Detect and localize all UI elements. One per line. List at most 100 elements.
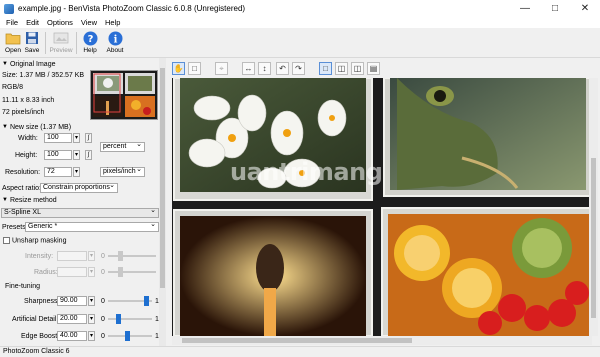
rotate-right-icon[interactable]: ↷ <box>292 62 305 75</box>
window-title: example.jpg - BenVista PhotoZoom Classic… <box>18 4 246 13</box>
width-label: Width: <box>18 135 38 142</box>
main-toolbar: Open Save Preview ? Help i About <box>0 28 600 58</box>
menu-edit[interactable]: Edit <box>22 18 43 27</box>
navigator-thumbnail[interactable] <box>90 70 158 120</box>
intensity-input[interactable] <box>57 251 87 261</box>
presets-label: Presets: <box>2 224 28 231</box>
collapse-triangle-icon: ▼ <box>2 197 8 203</box>
size-unit-select[interactable]: percent <box>100 141 145 152</box>
resolution-unit-select[interactable]: pixels/inch <box>100 166 145 177</box>
sharpness-input[interactable]: 90.00 <box>57 296 87 306</box>
artificial-detail-slider[interactable] <box>108 314 152 324</box>
fit-height-icon[interactable]: ↕ <box>258 62 271 75</box>
side-by-side-icon[interactable]: ◫ <box>351 62 364 75</box>
resolution-spinner[interactable]: ▾ <box>73 167 80 177</box>
save-button[interactable]: Save <box>20 30 44 56</box>
original-image-header[interactable]: ▼ Original Image <box>0 59 159 69</box>
new-size-header[interactable]: ▼ New size (1.37 MB) <box>0 122 159 132</box>
crop-tool-icon[interactable]: ⌖ <box>215 62 228 75</box>
left-panel-scrollbar[interactable] <box>159 58 166 346</box>
edge-boost-min: 0 <box>101 333 105 340</box>
scrollbar-thumb[interactable] <box>182 338 412 343</box>
edge-boost-spinner[interactable]: ▾ <box>88 331 95 341</box>
original-color: RGB/8 <box>2 84 24 91</box>
sharpness-min: 0 <box>101 298 105 305</box>
original-size: Size: 1.37 MB / 352.57 KB <box>2 72 85 79</box>
chain-icon[interactable]: ∫ <box>85 133 92 143</box>
menu-file[interactable]: File <box>2 18 22 27</box>
maximize-button[interactable]: □ <box>540 0 570 17</box>
close-button[interactable]: ✕ <box>570 0 600 17</box>
intensity-slider[interactable] <box>108 251 156 261</box>
menu-bar: File Edit Options View Help <box>0 17 600 28</box>
presets-select[interactable]: Generic * <box>25 221 159 232</box>
resolution-label: Resolution: <box>5 169 41 176</box>
sharpness-label: Sharpness: <box>24 298 60 305</box>
link-icon[interactable]: ∫ <box>85 150 92 160</box>
edge-boost-label: Edge Boost: <box>21 333 60 340</box>
resize-method-select[interactable]: S-Spline XL <box>1 207 159 218</box>
intensity-label: Intensity: <box>25 253 54 260</box>
svg-text:i: i <box>113 34 117 45</box>
menu-help[interactable]: Help <box>101 18 124 27</box>
preview-horizontal-scrollbar[interactable] <box>172 336 592 345</box>
fine-tuning-label: Fine-tuning <box>5 283 41 290</box>
height-label: Height: <box>15 152 38 159</box>
svg-text:?: ? <box>87 34 93 45</box>
intensity-spinner[interactable]: ▾ <box>88 251 95 261</box>
scrollbar-thumb[interactable] <box>160 68 165 288</box>
app-icon <box>4 3 14 14</box>
image-preview[interactable] <box>172 78 592 336</box>
watermark-logo: uantrimang <box>230 158 383 186</box>
edge-boost-input[interactable]: 40.00 <box>57 331 87 341</box>
intensity-min: 0 <box>101 253 105 260</box>
artificial-detail-input[interactable]: 20.00 <box>57 314 87 324</box>
about-button[interactable]: i About <box>102 30 128 56</box>
rotate-left-icon[interactable]: ↶ <box>276 62 289 75</box>
resolution-input[interactable]: 72 <box>44 167 72 177</box>
radius-slider[interactable] <box>108 267 156 277</box>
original-resolution: 72 pixels/inch <box>2 109 45 116</box>
collapse-triangle-icon: ▼ <box>2 124 8 130</box>
split-vertical-icon[interactable]: ◫ <box>335 62 348 75</box>
radius-spinner[interactable]: ▾ <box>88 267 95 277</box>
title-bar: example.jpg - BenVista PhotoZoom Classic… <box>0 0 600 17</box>
fit-width-icon[interactable]: ↔ <box>242 62 255 75</box>
aspect-ratio-select[interactable]: Constrain proportions <box>40 182 118 193</box>
minimize-button[interactable]: — <box>510 0 540 17</box>
radius-min: 0 <box>101 269 105 276</box>
split-horizontal-icon[interactable]: ▤ <box>367 62 380 75</box>
sharpness-slider[interactable] <box>108 296 152 306</box>
height-spinner[interactable]: ▾ <box>73 150 80 160</box>
menu-view[interactable]: View <box>77 18 101 27</box>
artificial-detail-min: 0 <box>101 316 105 323</box>
collapse-triangle-icon: ▼ <box>2 61 8 67</box>
edge-boost-slider[interactable] <box>108 331 152 341</box>
artificial-detail-spinner[interactable]: ▾ <box>88 314 95 324</box>
radius-input[interactable] <box>57 267 87 277</box>
preview-button[interactable]: Preview <box>48 30 74 56</box>
resize-method-header[interactable]: ▼ Resize method <box>0 195 159 205</box>
checkbox-icon <box>3 237 10 244</box>
floppy-disk-icon <box>24 30 40 46</box>
help-button[interactable]: ? Help <box>78 30 102 56</box>
hand-tool-icon[interactable]: ✋ <box>172 62 185 75</box>
preview-vertical-scrollbar[interactable] <box>589 78 598 336</box>
info-icon: i <box>107 30 123 46</box>
help-icon: ? <box>82 30 98 46</box>
width-input[interactable]: 100 <box>44 133 72 143</box>
folder-icon <box>5 30 21 46</box>
menu-options[interactable]: Options <box>43 18 77 27</box>
aspect-ratio-label: Aspect ratio: <box>2 185 41 192</box>
toolbar-separator <box>45 32 46 54</box>
marquee-tool-icon[interactable]: □ <box>188 62 201 75</box>
height-input[interactable]: 100 <box>44 150 72 160</box>
single-view-icon[interactable]: □ <box>319 62 332 75</box>
radius-label: Radius: <box>34 269 58 276</box>
sharpness-spinner[interactable]: ▾ <box>88 296 95 306</box>
unsharp-masking-checkbox[interactable]: Unsharp masking <box>3 237 66 244</box>
scrollbar-thumb[interactable] <box>591 158 596 318</box>
preview-icon <box>53 30 69 46</box>
width-spinner[interactable]: ▾ <box>73 133 80 143</box>
status-bar: PhotoZoom Classic 6 <box>0 346 600 357</box>
